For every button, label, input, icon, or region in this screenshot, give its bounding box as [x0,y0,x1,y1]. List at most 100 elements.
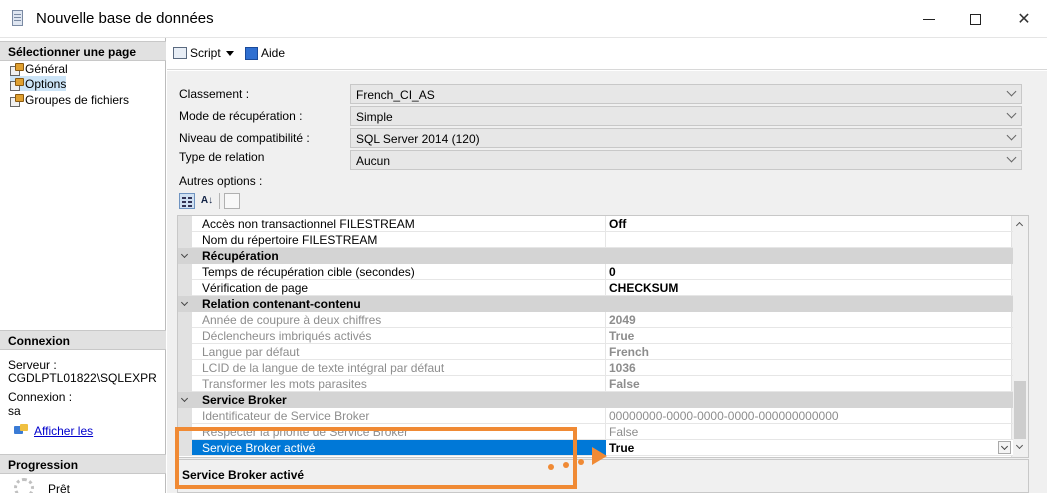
recovery-select[interactable]: Simple [350,106,1022,126]
annotation-dot [578,459,584,465]
page-item-general[interactable]: Général [10,61,68,76]
grid-property-value: French [606,344,1013,360]
left-panel: Sélectionner une page Général Options Gr… [0,38,166,493]
script-button[interactable]: Script [173,46,234,60]
grid-property-row[interactable]: Temps de récupération cible (secondes) 0 [178,264,1013,280]
value-dropdown-icon[interactable] [998,441,1011,454]
page-icon [10,94,24,107]
page-icon [10,63,24,76]
annotation-highlight-box [175,427,577,489]
grid-property-row[interactable]: Accès non transactionnel FILESTREAM Off [178,216,1013,232]
grid-property-row[interactable]: Transformer les mots parasites False [178,376,1013,392]
grid-property-name: Année de coupure à deux chiffres [192,312,606,328]
view-connection-link[interactable]: Afficher les [34,424,93,438]
property-grid[interactable]: Accès non transactionnel FILESTREAM Off No… [177,215,1029,458]
collation-label: Classement : [179,87,250,101]
select-page-header: Sélectionner une page [0,41,166,61]
help-icon [245,46,258,60]
grid-property-row[interactable]: Année de coupure à deux chiffres 2049 [178,312,1013,328]
grid-property-row[interactable]: Nom du répertoire FILESTREAM [178,232,1013,248]
page-item-options[interactable]: Options [10,76,67,91]
server-value: CGDLPTL01822\SQLEXPR [8,371,157,385]
page-icon [10,78,24,91]
compat-value: SQL Server 2014 (120) [356,132,480,146]
grid-property-name: Transformer les mots parasites [192,376,606,392]
grid-gutter [178,216,192,232]
grid-gutter [178,360,192,376]
close-icon: ✕ [1017,11,1031,28]
window-title: Nouvelle base de données [36,10,214,27]
compat-label: Niveau de compatibilité : [179,131,310,145]
containment-select[interactable]: Aucun [350,150,1022,170]
grid-category-row[interactable]: Service Broker [178,392,1013,408]
grid-property-row[interactable]: LCID de la langue de texte intégral par … [178,360,1013,376]
connection-value: sa [8,404,21,418]
collapse-chevron-icon[interactable] [180,298,189,307]
grid-property-value[interactable]: 0 [606,264,1013,280]
collation-select[interactable]: French_CI_AS [350,84,1022,104]
grid-gutter [178,248,192,264]
annotation-dot [563,462,569,468]
categorized-view-icon[interactable] [179,193,195,209]
progress-spinner-icon [14,478,34,493]
grid-property-value: False [606,424,1013,440]
toolbar: Script Aide [167,38,1047,70]
annotation-dot [548,464,554,470]
chevron-down-icon [1006,86,1017,97]
close-button[interactable]: ✕ [1001,0,1047,38]
view-properties-icon [14,424,28,436]
grid-property-row[interactable]: Déclencheurs imbriqués activés True [178,328,1013,344]
connection-header: Connexion [0,330,166,350]
grid-category-row[interactable]: Récupération [178,248,1013,264]
chevron-down-icon [1006,108,1017,119]
collapse-chevron-icon[interactable] [180,250,189,259]
grid-property-value[interactable]: True [606,440,1013,456]
grid-property-name: Déclencheurs imbriqués activés [192,328,606,344]
help-button[interactable]: Aide [245,46,285,60]
grid-property-value: 1036 [606,360,1013,376]
page-item-filegroups[interactable]: Groupes de fichiers [10,92,129,107]
help-label: Aide [261,46,286,60]
chevron-down-icon [1006,152,1017,163]
grid-property-name: Accès non transactionnel FILESTREAM [192,216,606,232]
grid-category-label: Récupération [192,248,1013,264]
grid-gutter [178,280,192,296]
compat-select[interactable]: SQL Server 2014 (120) [350,128,1022,148]
grid-property-name: Temps de récupération cible (secondes) [192,264,606,280]
scroll-down-icon[interactable] [1015,441,1024,450]
property-pages-icon[interactable] [224,193,240,209]
scroll-up-icon[interactable] [1015,221,1024,230]
grid-property-row[interactable]: Vérification de page CHECKSUM [178,280,1013,296]
script-label: Script [190,46,221,60]
grid-category-row[interactable]: Relation contenant-contenu [178,296,1013,312]
connection-label: Connexion : [8,390,73,404]
scroll-thumb[interactable] [1014,381,1026,439]
maximize-button[interactable] [952,0,998,38]
minimize-icon [923,18,935,20]
grid-property-row[interactable]: Identificateur de Service Broker 00000000… [178,408,1013,424]
chevron-down-icon [225,50,234,56]
grid-gutter [178,392,192,408]
grid-gutter [178,232,192,248]
grid-property-row[interactable]: Langue par défaut French [178,344,1013,360]
grid-scrollbar[interactable] [1011,216,1028,457]
page-item-label: Général [25,61,68,76]
containment-value: Aucun [356,154,391,168]
grid-gutter [178,344,192,360]
maximize-icon [969,13,981,25]
alphabetical-sort-icon[interactable]: A↓ [199,193,215,209]
minimize-button[interactable] [906,0,952,38]
page-item-label: Groupes de fichiers [25,92,130,107]
grid-gutter [178,296,192,312]
containment-label: Type de relation [179,150,265,164]
grid-property-value[interactable] [606,232,1013,248]
grid-property-value[interactable]: CHECKSUM [606,280,1013,296]
toolbar-separator [219,193,220,209]
grid-property-value: True [606,328,1013,344]
other-options-label: Autres options : [179,174,263,188]
grid-property-value: False [606,376,1013,392]
grid-property-name: Nom du répertoire FILESTREAM [192,232,606,248]
annotation-arrow-icon [592,447,607,465]
collapse-chevron-icon[interactable] [180,394,189,403]
grid-property-value[interactable]: Off [606,216,1013,232]
